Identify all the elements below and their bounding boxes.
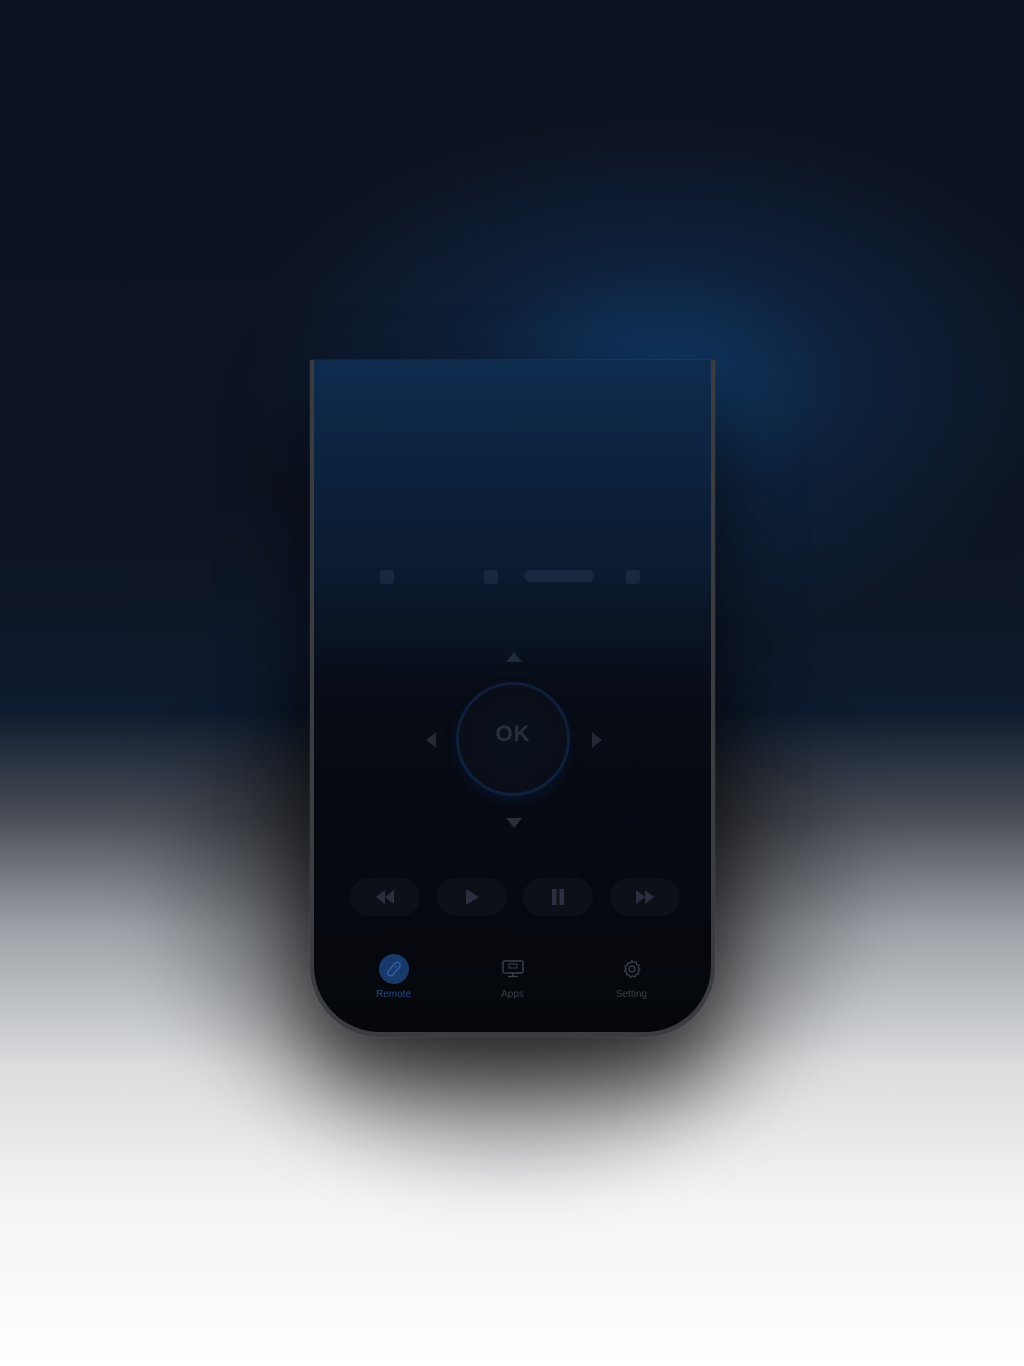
tab-remote[interactable]: Remote xyxy=(349,954,439,1014)
volume-control[interactable] xyxy=(524,570,594,582)
remote-icon xyxy=(378,954,409,984)
tab-apps-label: Apps xyxy=(501,989,524,1000)
media-controls xyxy=(350,878,680,918)
close-button[interactable] xyxy=(626,570,640,584)
pause-button[interactable] xyxy=(523,878,594,916)
rewind-icon xyxy=(376,890,394,904)
ok-button[interactable]: OK xyxy=(459,685,567,793)
ok-label: OK xyxy=(495,721,531,746)
tab-setting-label: Setting xyxy=(615,989,648,1000)
input-button[interactable] xyxy=(484,570,498,584)
dpad-up-button[interactable] xyxy=(506,652,522,662)
bottom-tab-bar: Remote Apps Setting xyxy=(314,954,711,1014)
fast-forward-icon xyxy=(635,890,654,904)
fast-forward-button[interactable] xyxy=(609,878,680,916)
app-stage: OK Remote Apps Setting xyxy=(0,0,1024,1366)
tab-remote-label: Remote xyxy=(375,989,411,1000)
screen-fog xyxy=(314,360,711,680)
gear-icon xyxy=(617,954,647,984)
dpad-down-button[interactable] xyxy=(506,818,522,828)
power-button[interactable] xyxy=(380,570,394,584)
dpad-right-button[interactable] xyxy=(592,732,602,748)
apps-icon xyxy=(498,954,528,984)
rewind-button[interactable] xyxy=(350,878,420,916)
dpad: OK xyxy=(414,640,614,840)
phone-frame: OK Remote Apps Setting xyxy=(310,360,715,1037)
play-icon xyxy=(465,889,479,905)
top-controls xyxy=(314,560,711,590)
tab-apps[interactable]: Apps xyxy=(468,954,558,1014)
pause-icon xyxy=(552,889,565,905)
dpad-left-button[interactable] xyxy=(426,732,436,748)
play-button[interactable] xyxy=(436,878,507,916)
tab-setting[interactable]: Setting xyxy=(587,954,677,1014)
remote-screen: OK Remote Apps Setting xyxy=(314,360,711,1032)
